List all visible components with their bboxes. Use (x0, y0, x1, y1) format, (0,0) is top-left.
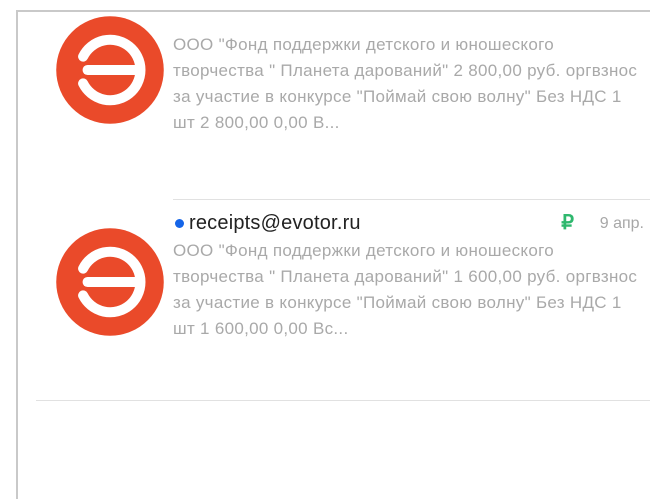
mail-header: receipts@evotor.ru ₽ 9 апр. (173, 210, 650, 238)
mail-date: 9 апр. (599, 215, 644, 232)
unread-dot-icon (175, 219, 184, 228)
mail-item[interactable]: receipts@evotor.ru ₽ 9 апр. ООО "Фонд по… (18, 202, 650, 407)
divider (36, 400, 650, 401)
mail-sender: receipts@evotor.ru (189, 212, 361, 234)
mail-list: ООО "Фонд поддержки детского и юношеског… (16, 10, 650, 499)
ruble-icon: ₽ (561, 212, 574, 234)
evotor-logo-icon (54, 226, 166, 338)
mail-preview: ООО "Фонд поддержки детского и юношеског… (173, 35, 638, 132)
mail-preview: ООО "Фонд поддержки детского и юношеског… (173, 241, 638, 338)
mail-item[interactable]: ООО "Фонд поддержки детского и юношеског… (18, 12, 650, 191)
divider (173, 199, 650, 200)
evotor-logo-icon (54, 14, 166, 126)
mail-content: receipts@evotor.ru ₽ 9 апр. ООО "Фонд по… (173, 210, 650, 368)
mail-content: ООО "Фонд поддержки детского и юношеског… (173, 32, 650, 162)
